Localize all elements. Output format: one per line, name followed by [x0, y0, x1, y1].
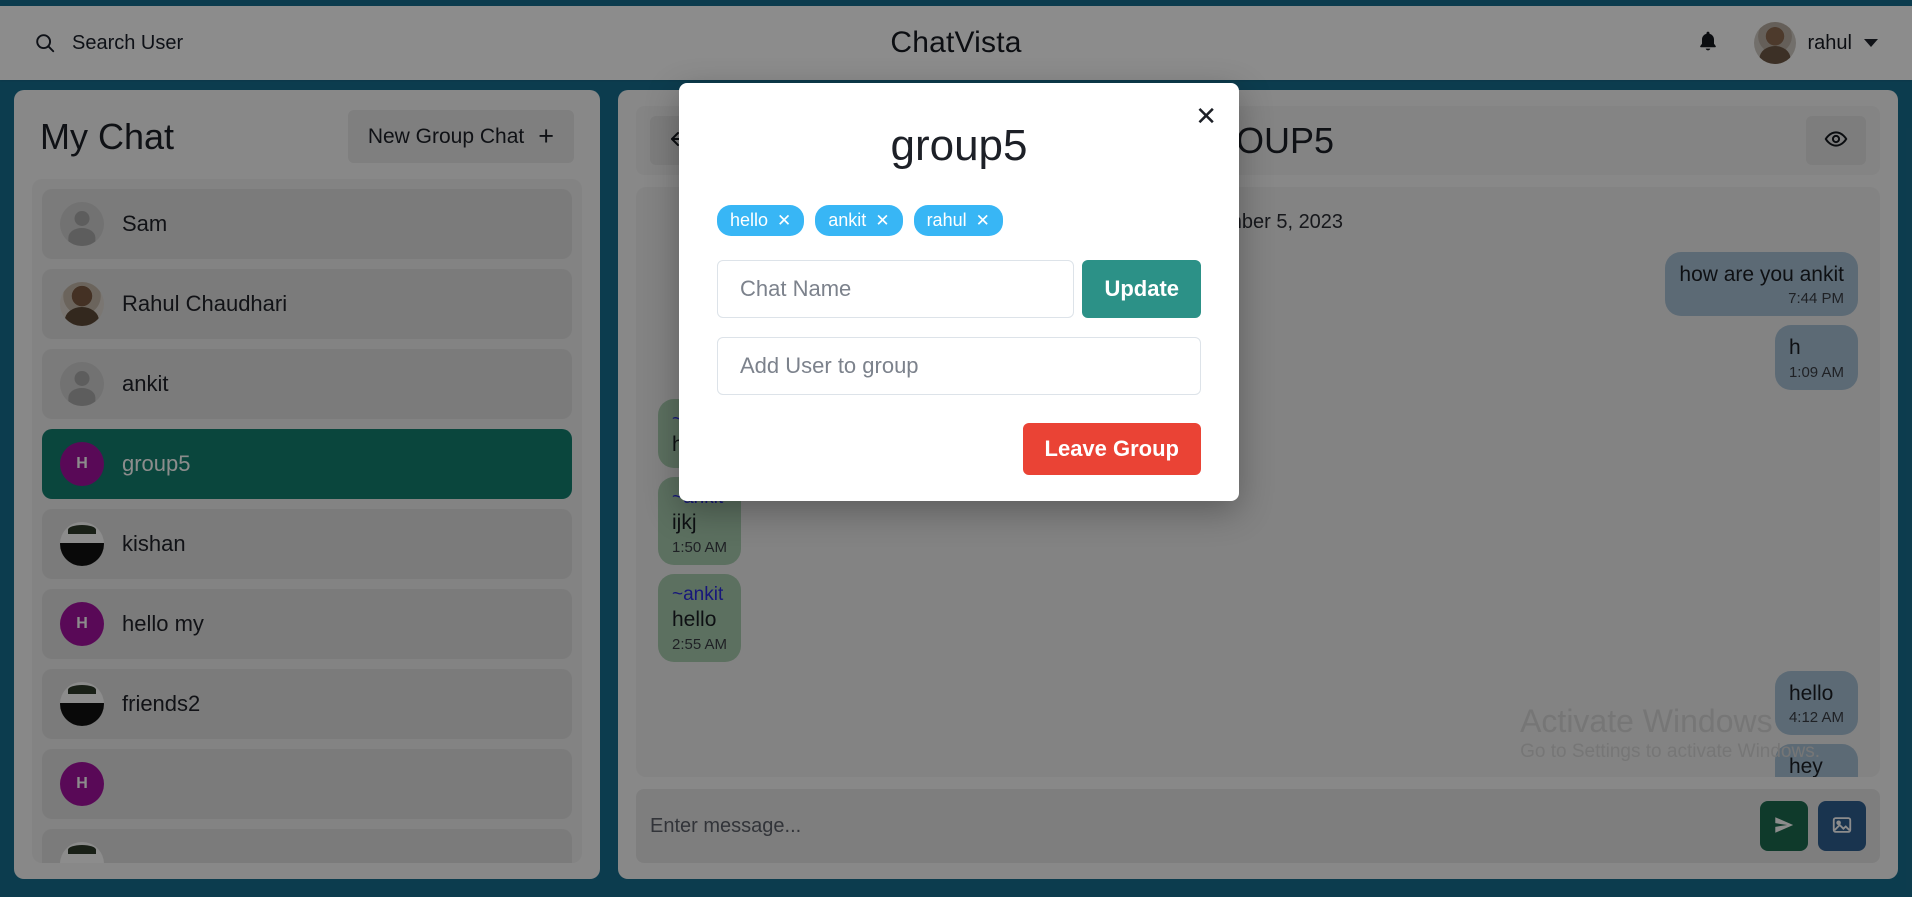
chat-name-row: Update [717, 260, 1201, 318]
modal-title: group5 [890, 121, 1028, 170]
close-small-icon[interactable]: ✕ [777, 212, 791, 229]
group-settings-modal: ✕ group5 hello ✕ ankit ✕ rahul ✕ Update Leave… [679, 83, 1239, 501]
add-user-input[interactable] [717, 337, 1201, 395]
member-tag[interactable]: rahul ✕ [913, 205, 1003, 236]
leave-group-row: Leave Group [717, 423, 1201, 475]
group-members-tag-list: hello ✕ ankit ✕ rahul ✕ [717, 205, 1201, 236]
member-tag[interactable]: ankit ✕ [815, 205, 903, 236]
add-user-row [717, 337, 1201, 395]
close-small-icon[interactable]: ✕ [875, 212, 889, 229]
member-tag-label: hello [730, 210, 769, 230]
member-tag-label: ankit [828, 210, 867, 230]
app-root: Search User ChatVista rahul My Chat New … [0, 0, 1912, 897]
leave-group-button[interactable]: Leave Group [1022, 423, 1201, 475]
member-tag-label: rahul [926, 210, 967, 230]
chat-name-input[interactable] [717, 260, 1075, 318]
close-modal-button[interactable]: ✕ [1195, 103, 1217, 129]
member-tag[interactable]: hello ✕ [717, 205, 805, 236]
close-small-icon[interactable]: ✕ [976, 212, 990, 229]
close-icon: ✕ [1195, 101, 1217, 131]
update-button[interactable]: Update [1082, 260, 1201, 318]
